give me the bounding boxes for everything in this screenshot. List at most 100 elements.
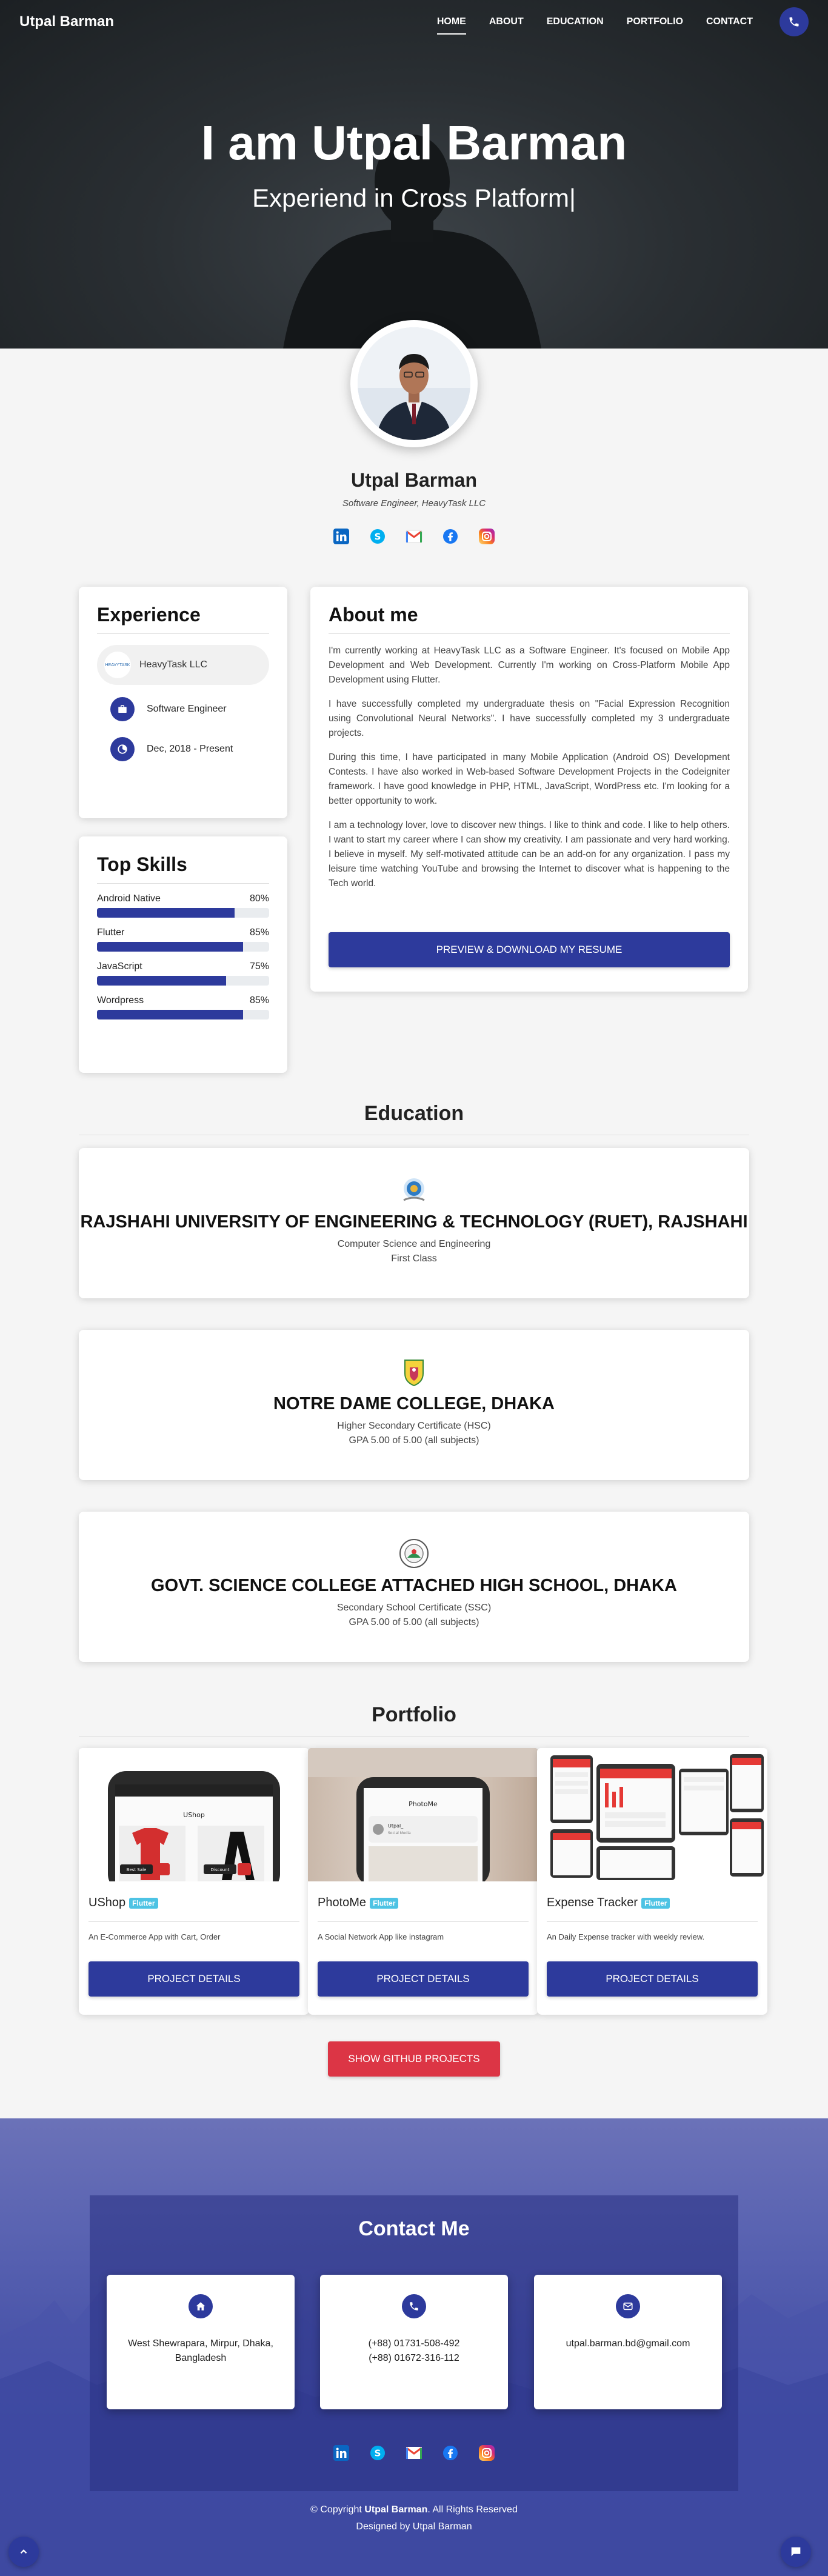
nav-home[interactable]: HOME: [436, 13, 466, 35]
contact-card-phone: (+88) 01731-508-492 (+88) 01672-316-112: [320, 2275, 508, 2409]
about-paragraph: I have successfully completed my undergr…: [329, 699, 730, 738]
company-logo: HEAVYTASK: [104, 652, 131, 678]
skype-link[interactable]: S: [369, 527, 387, 546]
company-chip: HEAVYTASK HeavyTask LLC: [97, 645, 269, 685]
hero-typed-subtitle: Experiend in Cross Platform|: [252, 184, 576, 212]
profile-name: Utpal Barman: [350, 469, 478, 491]
skill-progress-fill: [97, 1010, 244, 1019]
nav-links: HOME ABOUT EDUCATION PORTFOLIO CONTACT: [436, 7, 809, 36]
skill-percent: 85%: [249, 995, 269, 1006]
project-details-button[interactable]: PROJECT DETAILS: [88, 1961, 299, 1997]
project-details-button[interactable]: PROJECT DETAILS: [318, 1961, 529, 1997]
show-github-projects-button[interactable]: SHOW GITHUB PROJECTS: [328, 2041, 500, 2077]
school-program: Computer Science and Engineering: [337, 1239, 491, 1249]
skill-progress-bar: [97, 942, 269, 952]
chat-icon: [791, 2547, 801, 2557]
skype-link[interactable]: S: [369, 2444, 387, 2462]
svg-text:S: S: [375, 532, 381, 542]
contact-title: Contact Me: [358, 2217, 470, 2240]
school-result: GPA 5.00 of 5.00 (all subjects): [349, 1435, 479, 1446]
flutter-badge: Flutter: [641, 1897, 670, 1909]
svg-text:Best Sale: Best Sale: [127, 1867, 147, 1872]
instagram-link[interactable]: [478, 527, 496, 546]
portfolio-title: Portfolio: [372, 1703, 456, 1726]
email-icon: [616, 2294, 640, 2318]
school-program: Secondary School Certificate (SSC): [336, 1603, 492, 1613]
project-title: Expense Tracker Flutter: [547, 1896, 670, 1910]
about-card: About me I'm currently working at HeavyT…: [310, 587, 748, 992]
clock-icon: [110, 737, 135, 761]
school-name: RAJSHAHI UNIVERSITY OF ENGINEERING & TEC…: [80, 1212, 748, 1232]
chat-button[interactable]: [781, 2537, 811, 2567]
gmail-link[interactable]: [405, 2444, 423, 2462]
footer-social-links: S: [0, 2444, 828, 2462]
skill-name: Flutter: [97, 927, 125, 938]
govt-science-logo-icon: [399, 1539, 429, 1568]
project-title: PhotoMe Flutter: [318, 1896, 399, 1910]
footer-designed-by: Designed by Utpal Barman: [356, 2521, 472, 2532]
svg-text:Utpal_: Utpal_: [388, 1823, 404, 1829]
briefcase-icon: [110, 697, 135, 721]
project-details-button[interactable]: PROJECT DETAILS: [547, 1961, 758, 1997]
download-resume-button[interactable]: PREVIEW & DOWNLOAD MY RESUME: [329, 932, 730, 967]
facebook-link[interactable]: [441, 527, 459, 546]
chevron-up-icon: [20, 2549, 27, 2554]
nav-portfolio[interactable]: PORTFOLIO: [627, 13, 683, 31]
phone-link[interactable]: (+88) 01731-508-492: [320, 2337, 508, 2351]
phone-call-button[interactable]: [780, 7, 809, 36]
facebook-icon: [443, 2446, 458, 2460]
photome-screenshot: PhotoMe Utpal_ Social Media: [308, 1748, 538, 1881]
education-card-notre-dame: NOTRE DAME COLLEGE, DHAKA Higher Seconda…: [79, 1330, 749, 1480]
divider: [318, 1921, 529, 1922]
brand-logo[interactable]: Utpal Barman: [19, 13, 114, 30]
ushop-screenshot: UShop Best Sale Discount: [79, 1748, 309, 1881]
project-description: A Social Network App like instagram: [318, 1932, 444, 1941]
school-result: First Class: [391, 1253, 437, 1264]
gmail-link[interactable]: [405, 527, 423, 546]
skill-progress-bar: [97, 976, 269, 986]
linkedin-link[interactable]: [332, 2444, 350, 2462]
project-description: An E-Commerce App with Cart, Order: [88, 1932, 221, 1941]
portfolio-card-expense-tracker: Expense Tracker Flutter An Daily Expense …: [537, 1748, 767, 2015]
svg-text:Discount: Discount: [211, 1867, 230, 1872]
skill-item: JavaScript 75%: [97, 961, 269, 986]
notre-dame-logo-icon: [404, 1360, 424, 1387]
skill-progress-bar: [97, 908, 269, 918]
svg-text:PhotoMe: PhotoMe: [409, 1800, 438, 1808]
skill-progress-fill: [97, 908, 235, 918]
experience-card: Experience HEAVYTASK HeavyTask LLC Softw…: [79, 587, 287, 818]
experience-period: Dec, 2018 - Present: [147, 744, 233, 754]
nav-education[interactable]: EDUCATION: [547, 13, 604, 31]
contact-email-link[interactable]: utpal.barman.bd@gmail.com: [534, 2337, 722, 2351]
facebook-link[interactable]: [441, 2444, 459, 2462]
instagram-link[interactable]: [478, 2444, 496, 2462]
flutter-badge: Flutter: [370, 1897, 399, 1909]
experience-position-row: Software Engineer: [97, 697, 269, 721]
profile-avatar-frame: [350, 320, 478, 447]
linkedin-link[interactable]: [332, 527, 350, 546]
nav-about[interactable]: ABOUT: [489, 13, 524, 31]
divider: [329, 633, 730, 634]
hero-section: I am Utpal Barman Experiend in Cross Pla…: [0, 0, 828, 349]
svg-text:UShop: UShop: [183, 1811, 205, 1819]
footer-copyright: © Copyright Utpal Barman. All Rights Res…: [310, 2504, 518, 2515]
education-title: Education: [364, 1102, 464, 1125]
skill-percent: 75%: [249, 961, 269, 972]
contact-phone-numbers: (+88) 01731-508-492 (+88) 01672-316-112: [320, 2337, 508, 2366]
divider: [97, 883, 269, 884]
scroll-to-top-button[interactable]: [8, 2537, 39, 2567]
home-icon: [189, 2294, 213, 2318]
about-title: About me: [329, 604, 418, 626]
profile-role: Software Engineer, HeavyTask LLC: [342, 498, 486, 509]
company-name: HeavyTask LLC: [139, 659, 208, 670]
skill-progress-fill: [97, 976, 226, 986]
avatar: [358, 327, 470, 440]
divider: [88, 1921, 299, 1922]
phone-icon: [789, 17, 799, 27]
phone-link[interactable]: (+88) 01672-316-112: [320, 2351, 508, 2366]
nav-contact[interactable]: CONTACT: [706, 13, 753, 31]
education-card-ruet: RAJSHAHI UNIVERSITY OF ENGINEERING & TEC…: [79, 1148, 749, 1298]
education-card-govt-science: GOVT. SCIENCE COLLEGE ATTACHED HIGH SCHO…: [79, 1512, 749, 1662]
experience-period-row: Dec, 2018 - Present: [97, 737, 269, 761]
school-program: Higher Secondary Certificate (HSC): [337, 1421, 491, 1431]
